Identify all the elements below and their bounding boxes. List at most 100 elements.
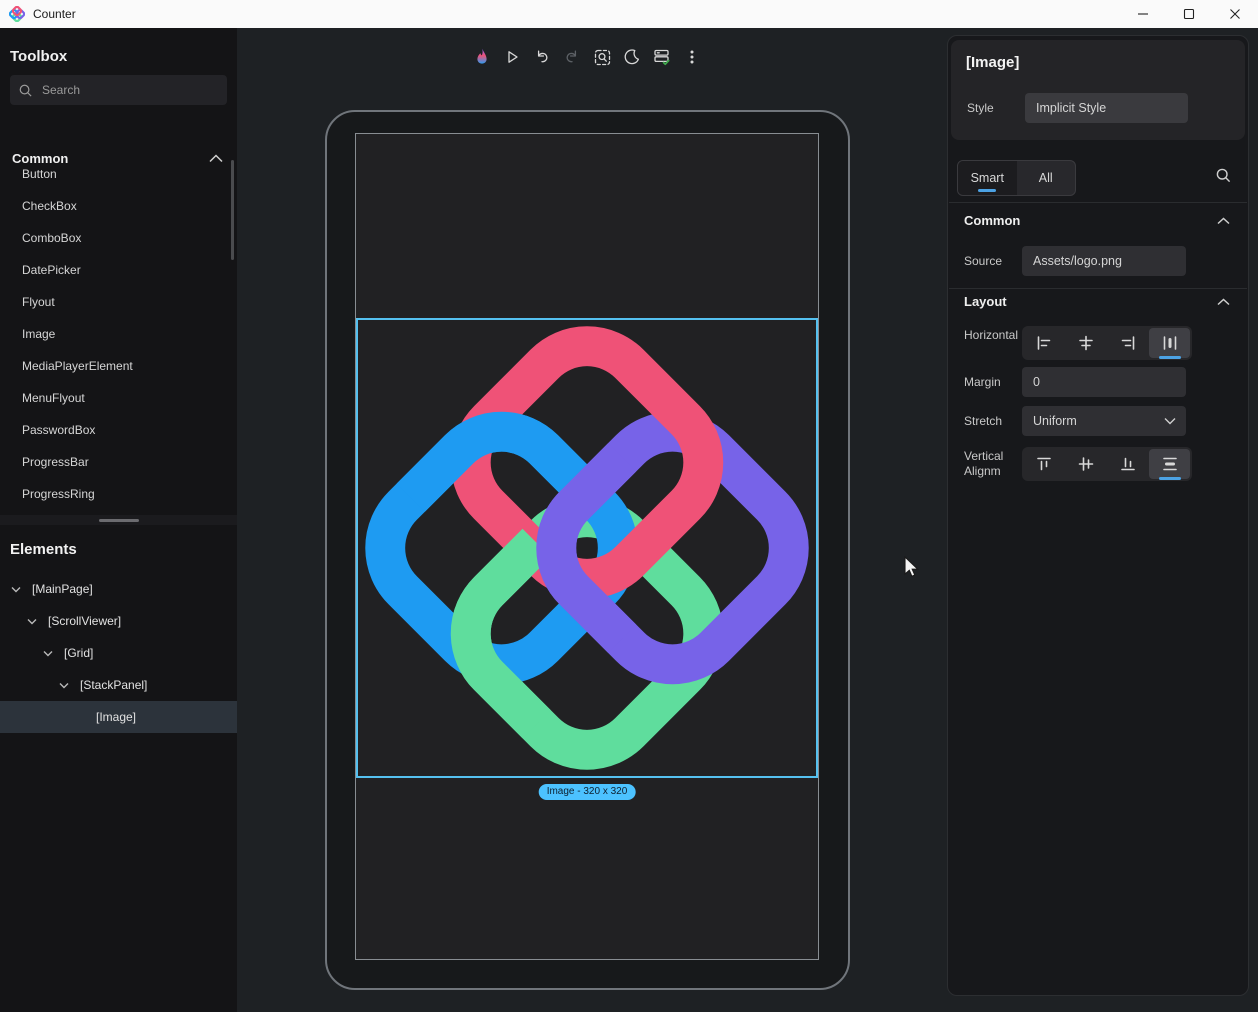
toolbox-item-menuflyout[interactable]: MenuFlyout <box>0 382 228 414</box>
logo-image <box>358 320 816 776</box>
stretch-horizontal-button[interactable] <box>1149 328 1190 358</box>
splitter-handle <box>99 519 139 522</box>
align-center-horizontal-button[interactable] <box>1066 328 1107 358</box>
image-selection-box[interactable] <box>356 318 818 778</box>
close-button[interactable] <box>1212 0 1258 28</box>
stretch-horizontal-icon <box>1161 334 1179 352</box>
minimize-button[interactable] <box>1120 0 1166 28</box>
align-top-icon <box>1035 455 1053 473</box>
toolbox-item-image[interactable]: Image <box>0 318 228 350</box>
selected-element-name: [Image] <box>966 54 1019 71</box>
server-check-icon <box>652 47 672 67</box>
style-label: Style <box>967 101 994 115</box>
tree-item-mainpage[interactable]: [MainPage] <box>0 573 237 605</box>
align-left-button[interactable] <box>1024 328 1065 358</box>
toolbox-title: Toolbox <box>10 48 67 65</box>
connection-status-button[interactable] <box>647 42 677 72</box>
vertical-alignment-group <box>1022 447 1192 481</box>
theme-toggle-button[interactable] <box>617 42 647 72</box>
align-bottom-button[interactable] <box>1108 449 1149 479</box>
properties-tabs: Smart All <box>957 160 1076 196</box>
align-center-vertical-button[interactable] <box>1066 449 1107 479</box>
moon-icon <box>623 48 641 66</box>
chevron-down-icon[interactable] <box>40 650 56 657</box>
app-window: Counter Toolbox Common Button <box>0 0 1258 1012</box>
selected-indicator <box>1159 356 1181 359</box>
toolbox-item-mediaplayerelement[interactable]: MediaPlayerElement <box>0 350 228 382</box>
search-icon <box>1215 167 1232 184</box>
designer-toolbar <box>467 42 707 72</box>
play-button[interactable] <box>497 42 527 72</box>
toolbox-item-checkbox[interactable]: CheckBox <box>0 190 228 222</box>
vertical-alignment-label: Vertical Alignm <box>964 449 1020 479</box>
toolbox-scrollbar[interactable] <box>231 160 234 260</box>
tree-item-stackpanel[interactable]: [StackPanel] <box>0 669 237 701</box>
close-icon <box>1229 8 1241 20</box>
redo-button[interactable] <box>557 42 587 72</box>
toolbox-item-passwordbox[interactable]: PasswordBox <box>0 414 228 446</box>
device-screen[interactable]: Image - 320 x 320 <box>355 133 819 960</box>
stretch-vertical-button[interactable] <box>1149 449 1190 479</box>
align-right-icon <box>1119 334 1137 352</box>
stretch-vertical-icon <box>1161 455 1179 473</box>
align-center-horizontal-icon <box>1077 334 1095 352</box>
tab-smart[interactable]: Smart <box>958 161 1017 195</box>
tab-all[interactable]: All <box>1017 161 1076 195</box>
toolbox-item-progressring[interactable]: ProgressRing <box>0 478 228 510</box>
app-logo-icon <box>9 6 25 22</box>
toolbox-search-input[interactable] <box>42 83 202 97</box>
toolbox-item-flyout[interactable]: Flyout <box>0 286 228 318</box>
panel-splitter[interactable] <box>0 515 237 525</box>
chevron-down-icon[interactable] <box>8 586 24 593</box>
common-section-header[interactable]: Common <box>964 213 1230 228</box>
minimize-icon <box>1137 8 1149 20</box>
design-canvas[interactable]: Image - 320 x 320 [Image] Style Implicit… <box>237 28 1258 1012</box>
toolbox-item-combobox[interactable]: ComboBox <box>0 222 228 254</box>
maximize-icon <box>1183 8 1195 20</box>
maximize-button[interactable] <box>1166 0 1212 28</box>
align-top-button[interactable] <box>1024 449 1065 479</box>
toolbox-item-button[interactable]: Button <box>0 158 228 190</box>
flame-icon <box>472 47 492 67</box>
elements-title: Elements <box>10 541 77 558</box>
layout-section-header[interactable]: Layout <box>964 294 1230 309</box>
margin-input[interactable]: 0 <box>1022 367 1186 397</box>
search-icon <box>18 83 33 98</box>
divider <box>949 288 1247 289</box>
selected-element-card: [Image] Style Implicit Style <box>951 40 1245 140</box>
chevron-down-icon[interactable] <box>24 618 40 625</box>
properties-panel: [Image] Style Implicit Style Smart All <box>947 35 1249 996</box>
style-input[interactable]: Implicit Style <box>1025 93 1188 123</box>
toolbox-list: Button CheckBox ComboBox DatePicker Flyo… <box>0 158 228 510</box>
source-label: Source <box>964 254 1020 269</box>
align-left-icon <box>1035 334 1053 352</box>
toolbox-search[interactable] <box>10 75 227 105</box>
undo-icon <box>533 48 551 66</box>
play-icon <box>503 48 521 66</box>
chevron-up-icon <box>1217 213 1230 228</box>
tree-item-grid[interactable]: [Grid] <box>0 637 237 669</box>
undo-button[interactable] <box>527 42 557 72</box>
stretch-dropdown[interactable]: Uniform <box>1022 406 1186 436</box>
toolbox-item-datepicker[interactable]: DatePicker <box>0 254 228 286</box>
hot-design-flame-button[interactable] <box>467 42 497 72</box>
device-frame: Image - 320 x 320 <box>325 110 850 990</box>
tree-item-scrollviewer[interactable]: [ScrollViewer] <box>0 605 237 637</box>
align-right-button[interactable] <box>1108 328 1149 358</box>
toolbox-item-progressbar[interactable]: ProgressBar <box>0 446 228 478</box>
properties-search-button[interactable] <box>1215 167 1232 189</box>
selection-size-badge: Image - 320 x 320 <box>539 784 636 800</box>
redo-icon <box>563 48 581 66</box>
chevron-down-icon[interactable] <box>56 682 72 689</box>
title-bar: Counter <box>0 0 1258 28</box>
window-title: Counter <box>33 7 76 21</box>
margin-label: Margin <box>964 375 1020 390</box>
more-options-button[interactable] <box>677 42 707 72</box>
inspect-icon <box>593 48 612 67</box>
inspect-element-button[interactable] <box>587 42 617 72</box>
mouse-cursor <box>903 556 923 580</box>
horizontal-alignment-group <box>1022 326 1192 360</box>
source-input[interactable]: Assets/logo.png <box>1022 246 1186 276</box>
kebab-menu-icon <box>684 48 700 66</box>
tree-item-image-selected[interactable]: [Image] <box>0 701 237 733</box>
